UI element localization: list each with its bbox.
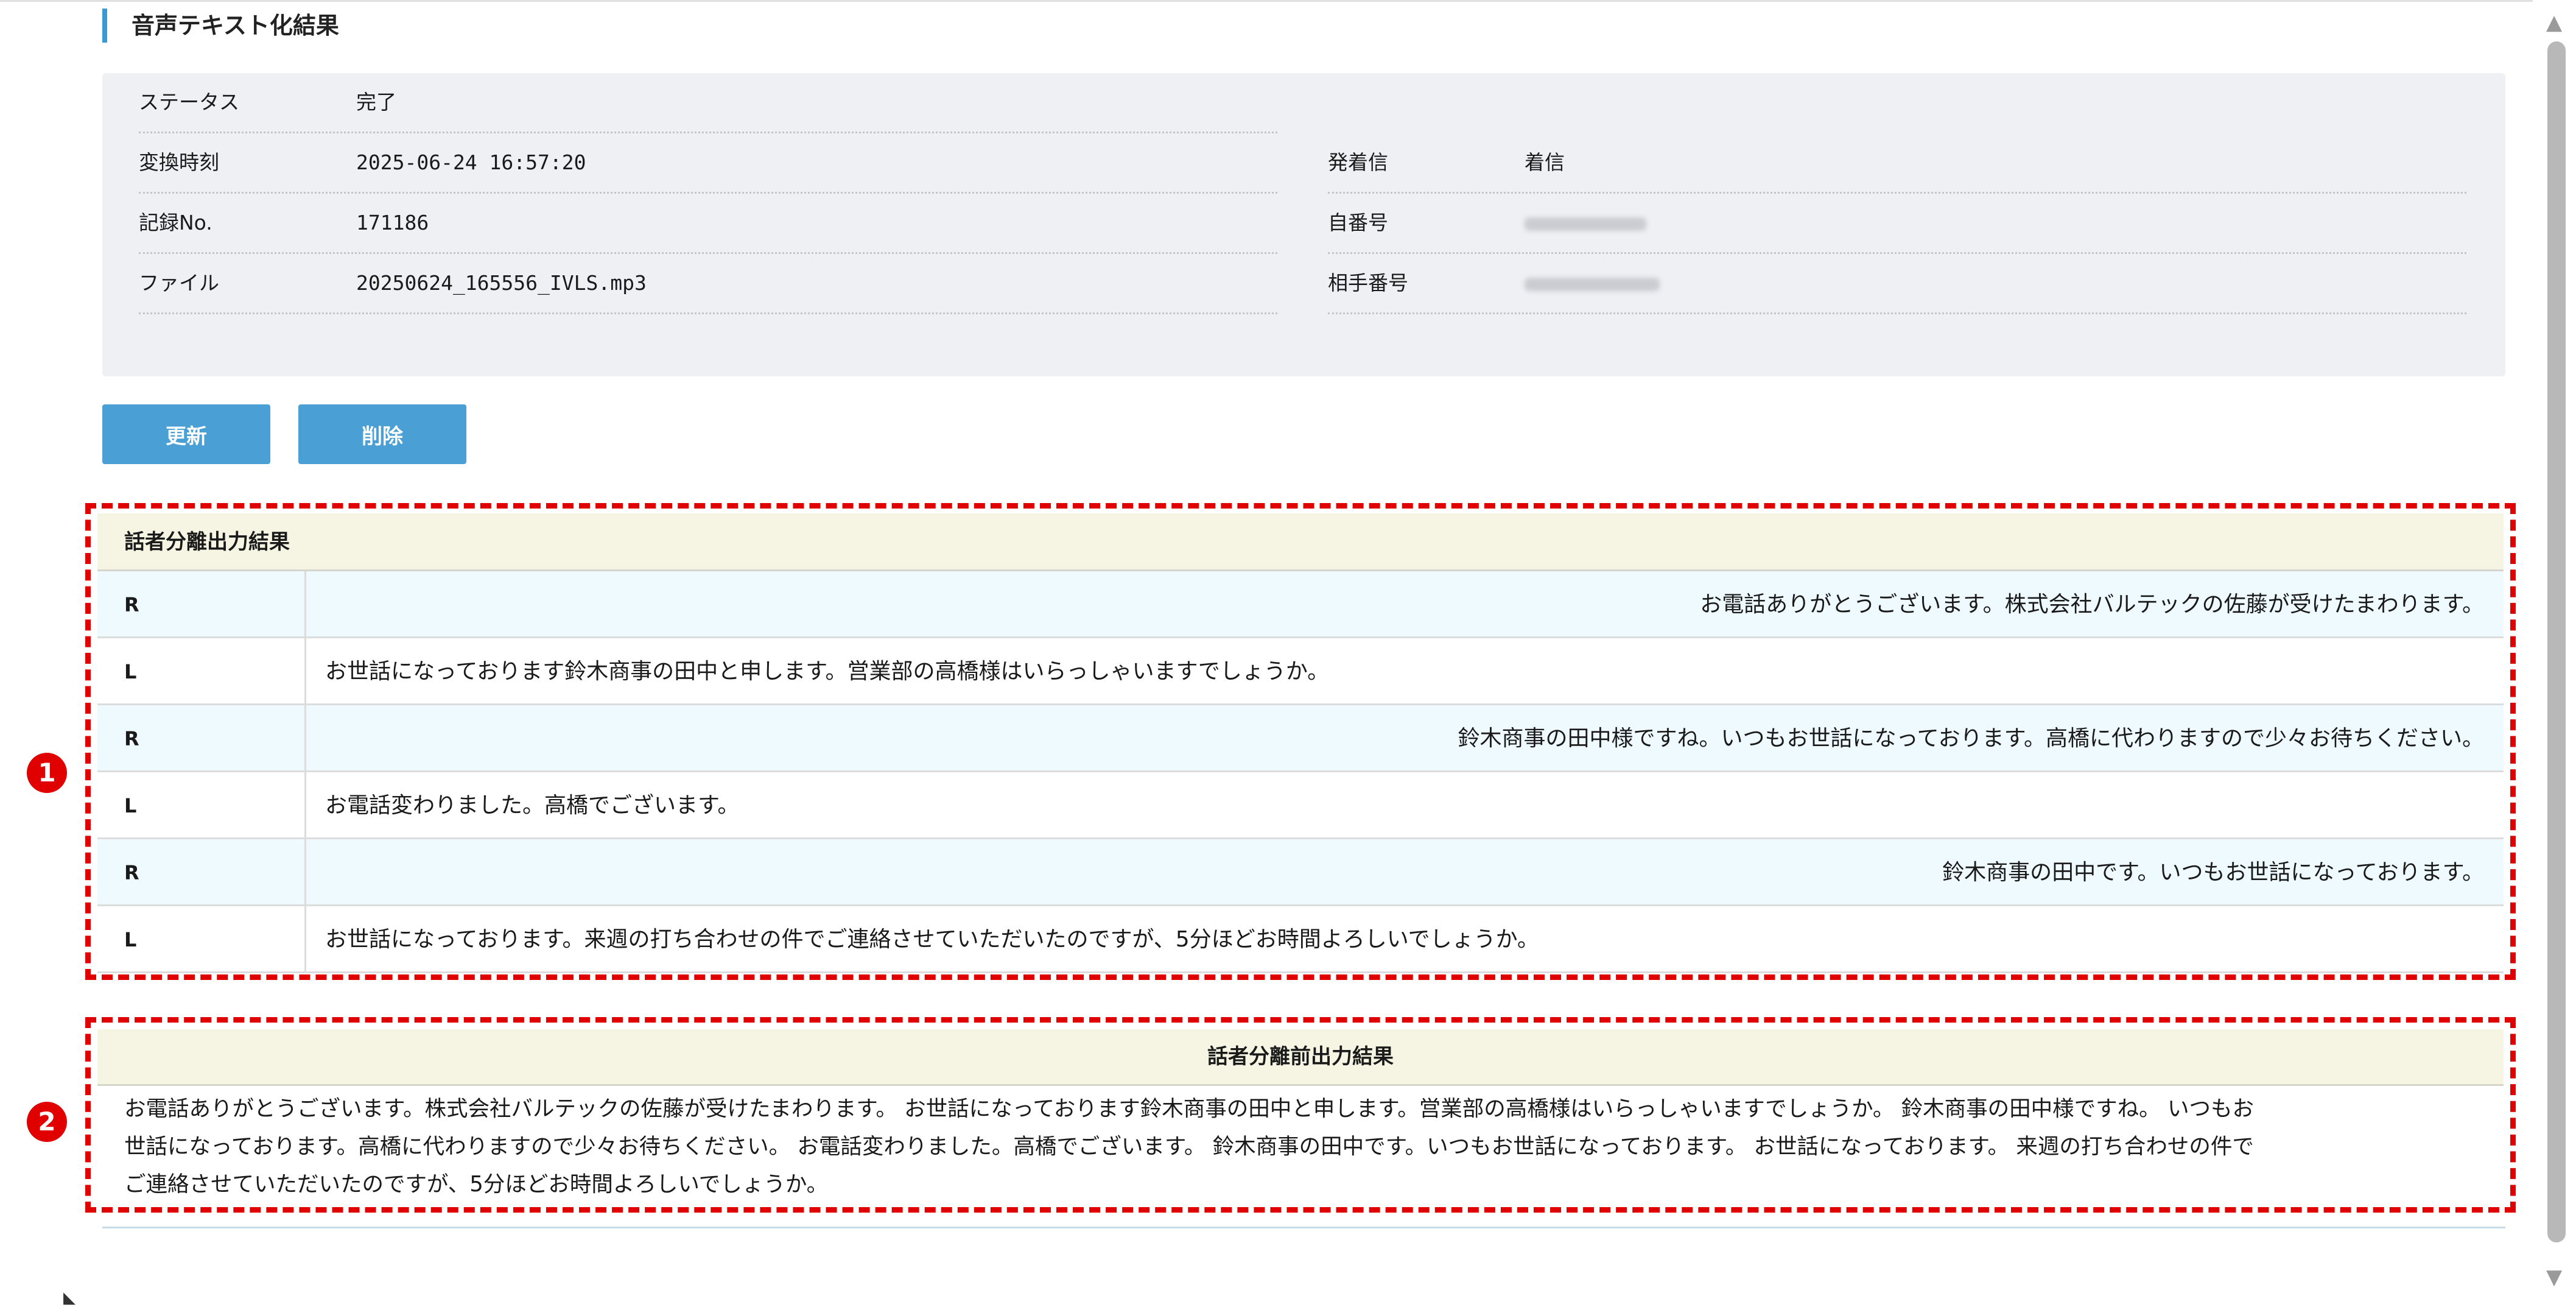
scroll-up-arrow-icon[interactable]: ▲ (2546, 12, 2562, 33)
delete-button[interactable]: 削除 (298, 404, 466, 464)
record-no-row: 記録No. 171186 (139, 194, 1277, 254)
own-number-row: 自番号 (1328, 194, 2466, 254)
info-panel: ステータス 完了 変換時刻 2025-06-24 16:57:20 記録No. … (102, 73, 2505, 376)
record-no-value: 171186 (356, 211, 429, 234)
converted-at-row: 変換時刻 2025-06-24 16:57:20 (139, 133, 1277, 194)
vertical-scrollbar[interactable]: ▲ ▼ (2538, 0, 2576, 1303)
partner-number-value (1525, 254, 1660, 312)
direction-value: 着信 (1525, 150, 1565, 174)
annotation-marker-1: 1 (27, 753, 67, 793)
section-title: 音声テキスト化結果 (102, 9, 339, 43)
record-no-label: 記録No. (139, 211, 212, 234)
direction-row: 発着信 着信 (1328, 133, 2466, 194)
redacted-own-number (1525, 217, 1646, 231)
section-bottom-border (102, 1227, 2505, 1228)
top-border (0, 0, 2533, 2)
annotation-box-1 (85, 503, 2516, 980)
converted-at-label: 変換時刻 (139, 150, 219, 174)
status-row: ステータス 完了 (139, 73, 1277, 133)
file-value: 20250624_165556_IVLS.mp3 (356, 271, 647, 295)
resize-corner-icon: ◣ (63, 1289, 75, 1307)
update-button[interactable]: 更新 (102, 404, 270, 464)
converted-at-value: 2025-06-24 16:57:20 (356, 150, 586, 174)
own-number-label: 自番号 (1328, 211, 1388, 234)
own-number-value (1525, 194, 1646, 252)
partner-number-label: 相手番号 (1328, 271, 1408, 295)
file-label: ファイル (139, 271, 219, 295)
partner-number-row: 相手番号 (1328, 254, 2466, 314)
direction-label: 発着信 (1328, 150, 1388, 174)
scroll-thumb[interactable] (2547, 41, 2566, 1242)
status-value: 完了 (356, 90, 396, 114)
annotation-marker-2: 2 (27, 1102, 67, 1142)
annotation-box-2 (85, 1017, 2516, 1213)
redacted-partner-number (1525, 277, 1660, 291)
scroll-down-arrow-icon[interactable]: ▼ (2546, 1267, 2562, 1288)
file-row: ファイル 20250624_165556_IVLS.mp3 (139, 254, 1277, 314)
status-label: ステータス (139, 90, 239, 114)
